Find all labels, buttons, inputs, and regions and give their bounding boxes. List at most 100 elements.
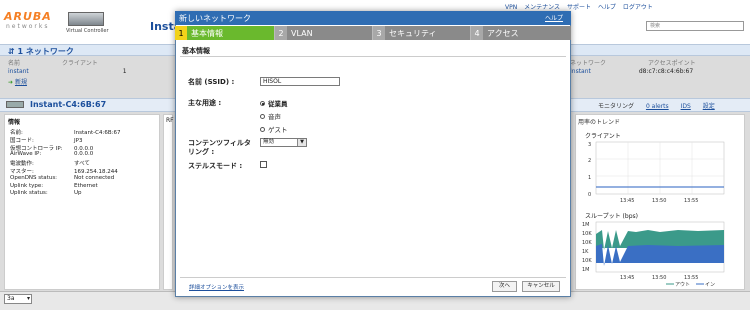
ap-col-ap[interactable]: アクセスポイント bbox=[648, 60, 696, 67]
ssid-label: 名前 (SSID) : bbox=[188, 78, 235, 86]
radio-icon bbox=[260, 113, 265, 119]
stealth-label: ステルスモード : bbox=[188, 162, 243, 170]
network-name: instant bbox=[8, 68, 29, 75]
network-row[interactable]: instant 1 bbox=[8, 68, 127, 75]
clients-time-1: 13:45 bbox=[620, 198, 634, 204]
nav-support[interactable]: サポート bbox=[567, 4, 591, 11]
nav-vpn[interactable]: VPN bbox=[505, 4, 517, 11]
step-num-4: 4 bbox=[471, 26, 483, 40]
radio-voice[interactable]: 音声 bbox=[260, 111, 281, 121]
networks-title[interactable]: ⇵ 1 ネットワーク bbox=[8, 46, 74, 57]
wizard-steps: 1 基本情報 2 VLAN 3 セキュリティ 4 アクセス bbox=[175, 26, 571, 40]
logo-subtext: networks bbox=[6, 23, 50, 30]
chevron-down-icon: ▾ bbox=[26, 295, 30, 302]
trend-title: 用率のトレンド bbox=[578, 119, 621, 126]
clients-tick-0: 0 bbox=[588, 192, 591, 198]
radio-voice-label: 音声 bbox=[268, 113, 281, 121]
info-value: Not connected bbox=[74, 174, 115, 181]
networks-columns: 名前 クライアント bbox=[8, 58, 98, 67]
next-button[interactable]: 次へ bbox=[492, 281, 517, 292]
step-label-3: セキュリティ bbox=[389, 28, 437, 38]
section-heading: 基本情報 bbox=[182, 47, 210, 55]
step-access[interactable]: 4 アクセス bbox=[471, 26, 571, 40]
chevron-down-icon[interactable]: ▼ bbox=[297, 139, 306, 146]
step-num-2: 2 bbox=[275, 26, 287, 40]
info-row: Uplink type: Ethernet bbox=[10, 183, 160, 189]
alerts-link[interactable]: 0 alerts bbox=[646, 103, 669, 110]
info-key: 仮想コントローラ IP: bbox=[10, 145, 63, 152]
cancel-button[interactable]: キャンセル bbox=[522, 281, 560, 292]
tp-tick-1: 1M bbox=[582, 222, 590, 228]
radio-selected-icon bbox=[260, 100, 265, 106]
ap-columns: ネットワーク アクセスポイント bbox=[570, 58, 750, 67]
rf-panel bbox=[163, 114, 173, 290]
ap-device-icon bbox=[6, 101, 24, 108]
nav-maintenance[interactable]: メンテナンス bbox=[524, 4, 560, 11]
ap-mac: d8:c7:c8:c4:6b:67 bbox=[638, 68, 694, 75]
logo-text: ARUBA bbox=[4, 10, 52, 23]
new-network-link[interactable]: ➜ 新規 bbox=[8, 77, 27, 86]
clients-tick-1: 1 bbox=[588, 175, 591, 181]
monitoring-bar: モニタリング 0 alerts IDS 設定 bbox=[598, 101, 725, 110]
step-basic-info[interactable]: 1 基本情報 bbox=[175, 26, 275, 40]
legend-out: アウト bbox=[675, 281, 690, 288]
tp-tick-2: 10K bbox=[582, 231, 592, 237]
zoom-value: 3a bbox=[7, 295, 15, 302]
radio-icon bbox=[260, 126, 265, 132]
monitoring-tab[interactable]: モニタリング bbox=[598, 103, 634, 110]
rf-label: RF bbox=[166, 117, 174, 124]
info-key: 名前: bbox=[10, 130, 23, 136]
ap-row[interactable]: Instant d8:c7:c8:c4:6b:67 bbox=[570, 68, 750, 75]
ap-name: Instant bbox=[570, 68, 591, 75]
step-label-1: 基本情報 bbox=[191, 28, 223, 38]
info-row: 仮想コントローラ IP: 0.0.0.0 bbox=[10, 144, 160, 152]
info-key: Uplink status: bbox=[10, 190, 48, 197]
tp-tick-5: 10K bbox=[582, 258, 592, 264]
dialog-help-link[interactable]: ヘルプ bbox=[545, 13, 563, 22]
radio-employee-label: 従業員 bbox=[268, 100, 288, 108]
footer-divider bbox=[180, 277, 566, 278]
radio-employee[interactable]: 従業員 bbox=[260, 98, 288, 108]
zoom-select[interactable]: 3a ▾ bbox=[4, 294, 32, 304]
settings-link[interactable]: 設定 bbox=[703, 103, 715, 110]
step-security[interactable]: 3 セキュリティ bbox=[373, 26, 471, 40]
trend-charts: 3 2 1 0 13:45 13:50 13:55 1M 10K 10K 1K … bbox=[582, 141, 725, 288]
info-key: Uplink type: bbox=[10, 182, 44, 189]
info-key: 電波動作: bbox=[10, 161, 34, 168]
stealth-checkbox[interactable] bbox=[260, 161, 267, 168]
networks-title-text: 1 ネットワーク bbox=[17, 47, 74, 56]
clients-time-2: 13:50 bbox=[652, 198, 666, 204]
info-row: 電波動作: すべて bbox=[10, 159, 160, 167]
add-icon: ➜ bbox=[8, 79, 15, 86]
step-label-4: アクセス bbox=[487, 28, 519, 38]
clients-time-3: 13:55 bbox=[684, 198, 698, 204]
network-icon: ⇵ bbox=[8, 47, 18, 56]
tp-time-3: 13:55 bbox=[684, 275, 698, 281]
ssid-input[interactable]: HISOL bbox=[260, 77, 340, 86]
search-input[interactable]: 検索 bbox=[646, 21, 744, 31]
info-value: 0.0.0.0 bbox=[74, 151, 94, 158]
info-row: 国コード: JP3 bbox=[10, 136, 160, 144]
legend-in: イン bbox=[705, 282, 715, 288]
ap-col-network[interactable]: ネットワーク bbox=[570, 60, 606, 67]
info-heading: 情報 bbox=[8, 119, 21, 126]
nav-help[interactable]: ヘルプ bbox=[598, 4, 616, 11]
advanced-options-link[interactable]: 詳細オプションを表示 bbox=[189, 283, 244, 291]
section-divider bbox=[180, 56, 566, 57]
ids-link[interactable]: IDS bbox=[681, 103, 691, 110]
dialog-title: 新しいネットワーク bbox=[175, 11, 571, 25]
tp-time-2: 13:50 bbox=[652, 275, 666, 281]
usage-label: 主な用途 : bbox=[188, 99, 222, 107]
info-row: Uplink status: Up bbox=[10, 190, 160, 196]
virtual-controller-icon: Virtual Controller bbox=[66, 12, 146, 38]
step-label-2: VLAN bbox=[291, 28, 313, 38]
vc-label: Virtual Controller bbox=[66, 28, 109, 34]
col-clients[interactable]: クライアント bbox=[62, 60, 98, 67]
instant-title[interactable]: Instant-C4:6B:67 bbox=[30, 100, 106, 109]
step-vlan[interactable]: 2 VLAN bbox=[275, 26, 373, 40]
info-row: 名前: Instant-C4:6B:67 bbox=[10, 128, 160, 136]
nav-logout[interactable]: ログアウト bbox=[623, 4, 653, 11]
col-name[interactable]: 名前 bbox=[8, 60, 20, 67]
info-row: OpenDNS status: Not connected bbox=[10, 175, 160, 181]
radio-guest[interactable]: ゲスト bbox=[260, 124, 288, 134]
